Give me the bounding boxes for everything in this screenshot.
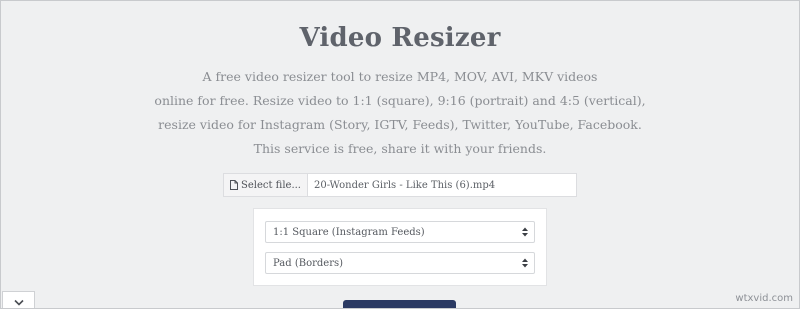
aspect-ratio-value: 1:1 Square (Instagram Feeds) [273,226,425,238]
description-line: online for free. Resize video to 1:1 (sq… [154,93,646,108]
collapse-button[interactable] [2,291,35,308]
description-line: A free video resizer tool to resize MP4,… [202,69,598,84]
aspect-ratio-select[interactable]: 1:1 Square (Instagram Feeds) [265,221,535,243]
options-panel: 1:1 Square (Instagram Feeds) Pad (Border… [253,208,547,286]
submit-button[interactable] [343,300,456,308]
chevron-down-icon [13,291,24,309]
resize-mode-select[interactable]: Pad (Borders) [265,252,535,274]
select-file-label: Select file... [240,179,301,191]
description-line: This service is free, share it with your… [253,141,547,156]
watermark: wtxvid.com [735,293,793,304]
select-arrows-icon [522,257,528,269]
description-line: resize video for Instagram (Story, IGTV,… [158,117,642,132]
select-file-button[interactable]: Select file... [224,174,308,196]
page-title: Video Resizer [299,23,501,53]
selected-file-name: 20-Wonder Girls - Like This (6).mp4 [314,179,496,191]
document-icon [229,180,238,190]
select-arrows-icon [522,226,528,238]
description: A free video resizer tool to resize MP4,… [1,65,799,161]
resize-mode-value: Pad (Borders) [273,257,344,269]
page-frame: Video Resizer A free video resizer tool … [0,0,800,309]
file-picker: Select file... 20-Wonder Girls - Like Th… [223,173,577,197]
